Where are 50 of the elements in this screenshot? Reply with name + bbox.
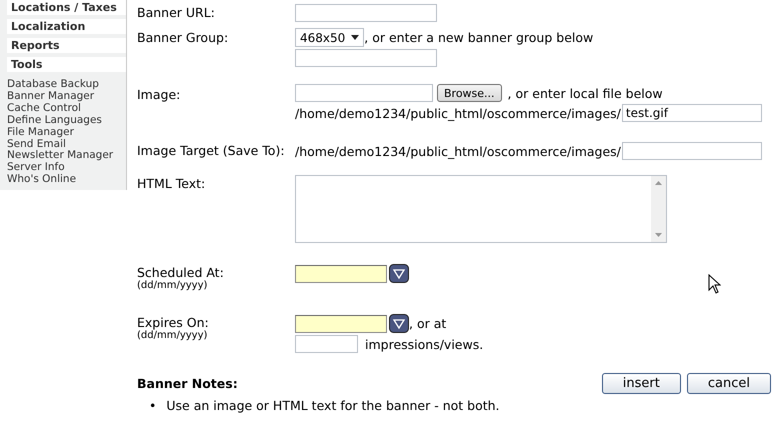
caret-icon: [351, 35, 360, 40]
field-note: , or at: [409, 316, 446, 331]
input-field[interactable]: [295, 49, 437, 67]
pointer-icon: [708, 274, 721, 294]
field-label: Expires On:: [137, 315, 209, 330]
sidebar-heading[interactable]: Locations / Taxes: [7, 0, 126, 15]
calendar-dropdown-icon[interactable]: [389, 314, 409, 333]
sidebar-link[interactable]: Server Info: [7, 162, 65, 174]
sidebar-link[interactable]: File Manager: [7, 126, 74, 139]
field-label: HTML Text:: [137, 175, 206, 193]
sidebar-link[interactable]: Define Languages: [7, 114, 102, 127]
browse-button[interactable]: Browse...: [437, 84, 502, 102]
note-item: Use an image or HTML text for the banner - not both.: [166, 398, 500, 413]
sidebar-link[interactable]: Send Email: [7, 138, 66, 150]
field-label: Banner Group:: [137, 29, 230, 47]
date-format-hint: (dd/mm/yyyy): [137, 330, 208, 341]
scroll-up-icon[interactable]: [655, 181, 662, 185]
form-button[interactable]: cancel: [686, 373, 771, 394]
field-label: Scheduled At:: [137, 265, 224, 280]
sidebar-link[interactable]: Cache Control: [7, 102, 81, 115]
group-select[interactable]: 468x50: [295, 28, 364, 47]
path-text: /home/demo1234/public_html/oscommerce/images/: [295, 106, 621, 120]
date-format-hint: (dd/mm/yyyy): [137, 280, 208, 291]
calendar-dropdown-icon[interactable]: [389, 264, 409, 283]
input-field[interactable]: [295, 4, 437, 22]
form-button[interactable]: insert: [602, 373, 681, 394]
date-field[interactable]: [295, 264, 387, 282]
input-field[interactable]: test.gif: [622, 104, 762, 122]
sidebar-heading[interactable]: Reports: [7, 38, 126, 53]
path-text: /home/demo1234/public_html/oscommerce/images/: [295, 144, 621, 158]
field-note: impressions/views.: [365, 336, 484, 352]
sidebar-heading[interactable]: Localization: [7, 19, 126, 34]
text-area[interactable]: [295, 175, 667, 243]
field-label: Banner URL:: [137, 4, 216, 22]
sidebar-link[interactable]: Newsletter Manager: [7, 150, 114, 162]
date-field[interactable]: [295, 314, 387, 332]
scroll-down-icon[interactable]: [655, 233, 662, 237]
sidebar-link[interactable]: Database Backup: [7, 79, 99, 91]
field-note: , or enter a new banner group below: [364, 30, 594, 45]
field-label: Image Target (Save To):: [137, 142, 286, 160]
input-field[interactable]: [622, 142, 762, 160]
impressions-field[interactable]: [295, 335, 358, 353]
section-title: Banner Notes:: [137, 376, 238, 391]
sidebar-link[interactable]: Banner Manager: [7, 90, 94, 103]
sidebar-link[interactable]: Who's Online: [7, 174, 76, 186]
bullet-mark: •: [149, 398, 156, 413]
field-label: Image:: [137, 86, 182, 104]
sidebar-heading[interactable]: Tools: [7, 57, 126, 72]
field-note: , or enter local file below: [508, 86, 663, 100]
file-field[interactable]: [295, 84, 433, 102]
